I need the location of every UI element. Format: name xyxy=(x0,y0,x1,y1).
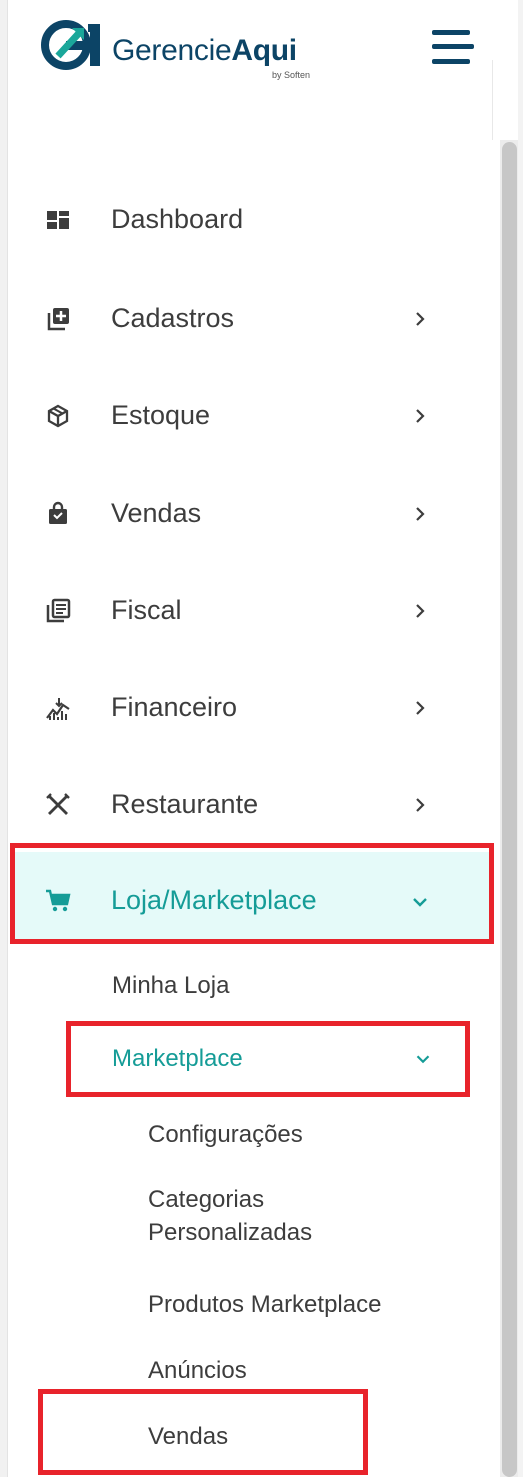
sidebar-item-label: Fiscal xyxy=(111,595,182,625)
submenu-item-minha-loja[interactable]: Minha Loja xyxy=(112,969,229,1002)
sidebar-item-label: Vendas xyxy=(111,498,202,528)
chevron-right-icon xyxy=(416,312,425,326)
sidebar-item-label: Restaurante xyxy=(111,789,259,819)
sidebar-item-vendas[interactable]: Vendas xyxy=(10,486,490,542)
chevron-down-icon xyxy=(416,1055,430,1064)
utensils-icon xyxy=(46,793,70,815)
sidebar-item-label: Dashboard xyxy=(111,204,244,234)
sidebar-item-financeiro[interactable]: Financeiro xyxy=(10,680,490,736)
sidebar-item-loja-marketplace[interactable]: Loja/Marketplace xyxy=(10,852,490,940)
submenu-item-categorias-personalizadas[interactable]: Categorias Personalizadas xyxy=(148,1183,312,1249)
sidebar-item-label: Estoque xyxy=(111,400,211,430)
chevron-right-icon xyxy=(416,798,425,812)
shopping-cart-icon xyxy=(46,889,71,912)
sidebar-item-cadastros[interactable]: Cadastros xyxy=(10,291,490,347)
sidebar-item-dashboard[interactable]: Dashboard xyxy=(10,192,490,248)
submenu-item-marketplace[interactable]: Marketplace xyxy=(112,1042,243,1075)
content-edge-strip xyxy=(518,0,523,1477)
add-box-icon xyxy=(47,308,69,331)
gerencieaqui-logo-icon xyxy=(41,20,100,70)
sidebar-item-fiscal[interactable]: Fiscal xyxy=(10,583,490,639)
sidebar-item-label: Financeiro xyxy=(111,692,238,722)
sidebar-item-label: Loja/Marketplace xyxy=(111,885,317,915)
sidebar-left-border xyxy=(0,0,8,1477)
brand-logo[interactable]: GerencieAqui by Soften xyxy=(40,14,360,84)
chevron-right-icon xyxy=(416,409,425,423)
submenu-item-produtos-marketplace[interactable]: Produtos Marketplace xyxy=(148,1288,381,1321)
sidebar-item-label: Cadastros xyxy=(111,303,235,333)
sidebar-item-restaurante[interactable]: Restaurante xyxy=(10,777,490,833)
chevron-right-icon xyxy=(416,604,425,618)
chevron-right-icon xyxy=(416,701,425,715)
brand-byline: by Soften xyxy=(272,70,311,80)
sidebar-item-estoque[interactable]: Estoque xyxy=(10,388,490,444)
submenu-item-label: Categorias xyxy=(148,1186,265,1213)
submenu-item-anuncios[interactable]: Anúncios xyxy=(148,1354,247,1387)
submenu-item-configuracoes[interactable]: Configurações xyxy=(148,1118,303,1151)
trend-chart-icon xyxy=(46,698,70,720)
chevron-down-icon xyxy=(413,898,427,907)
brand-name: GerencieAqui xyxy=(112,34,297,67)
sidebar-scrollbar-thumb[interactable] xyxy=(502,142,517,1477)
chevron-right-icon xyxy=(416,507,425,521)
hamburger-menu-button[interactable] xyxy=(428,28,476,68)
dashboard-icon xyxy=(47,211,69,229)
submenu-item-vendas[interactable]: Vendas xyxy=(148,1420,228,1453)
submenu-item-label: Personalizadas xyxy=(148,1219,313,1246)
document-list-icon xyxy=(46,598,71,623)
shopping-bag-icon xyxy=(49,501,67,524)
package-icon xyxy=(47,404,69,428)
